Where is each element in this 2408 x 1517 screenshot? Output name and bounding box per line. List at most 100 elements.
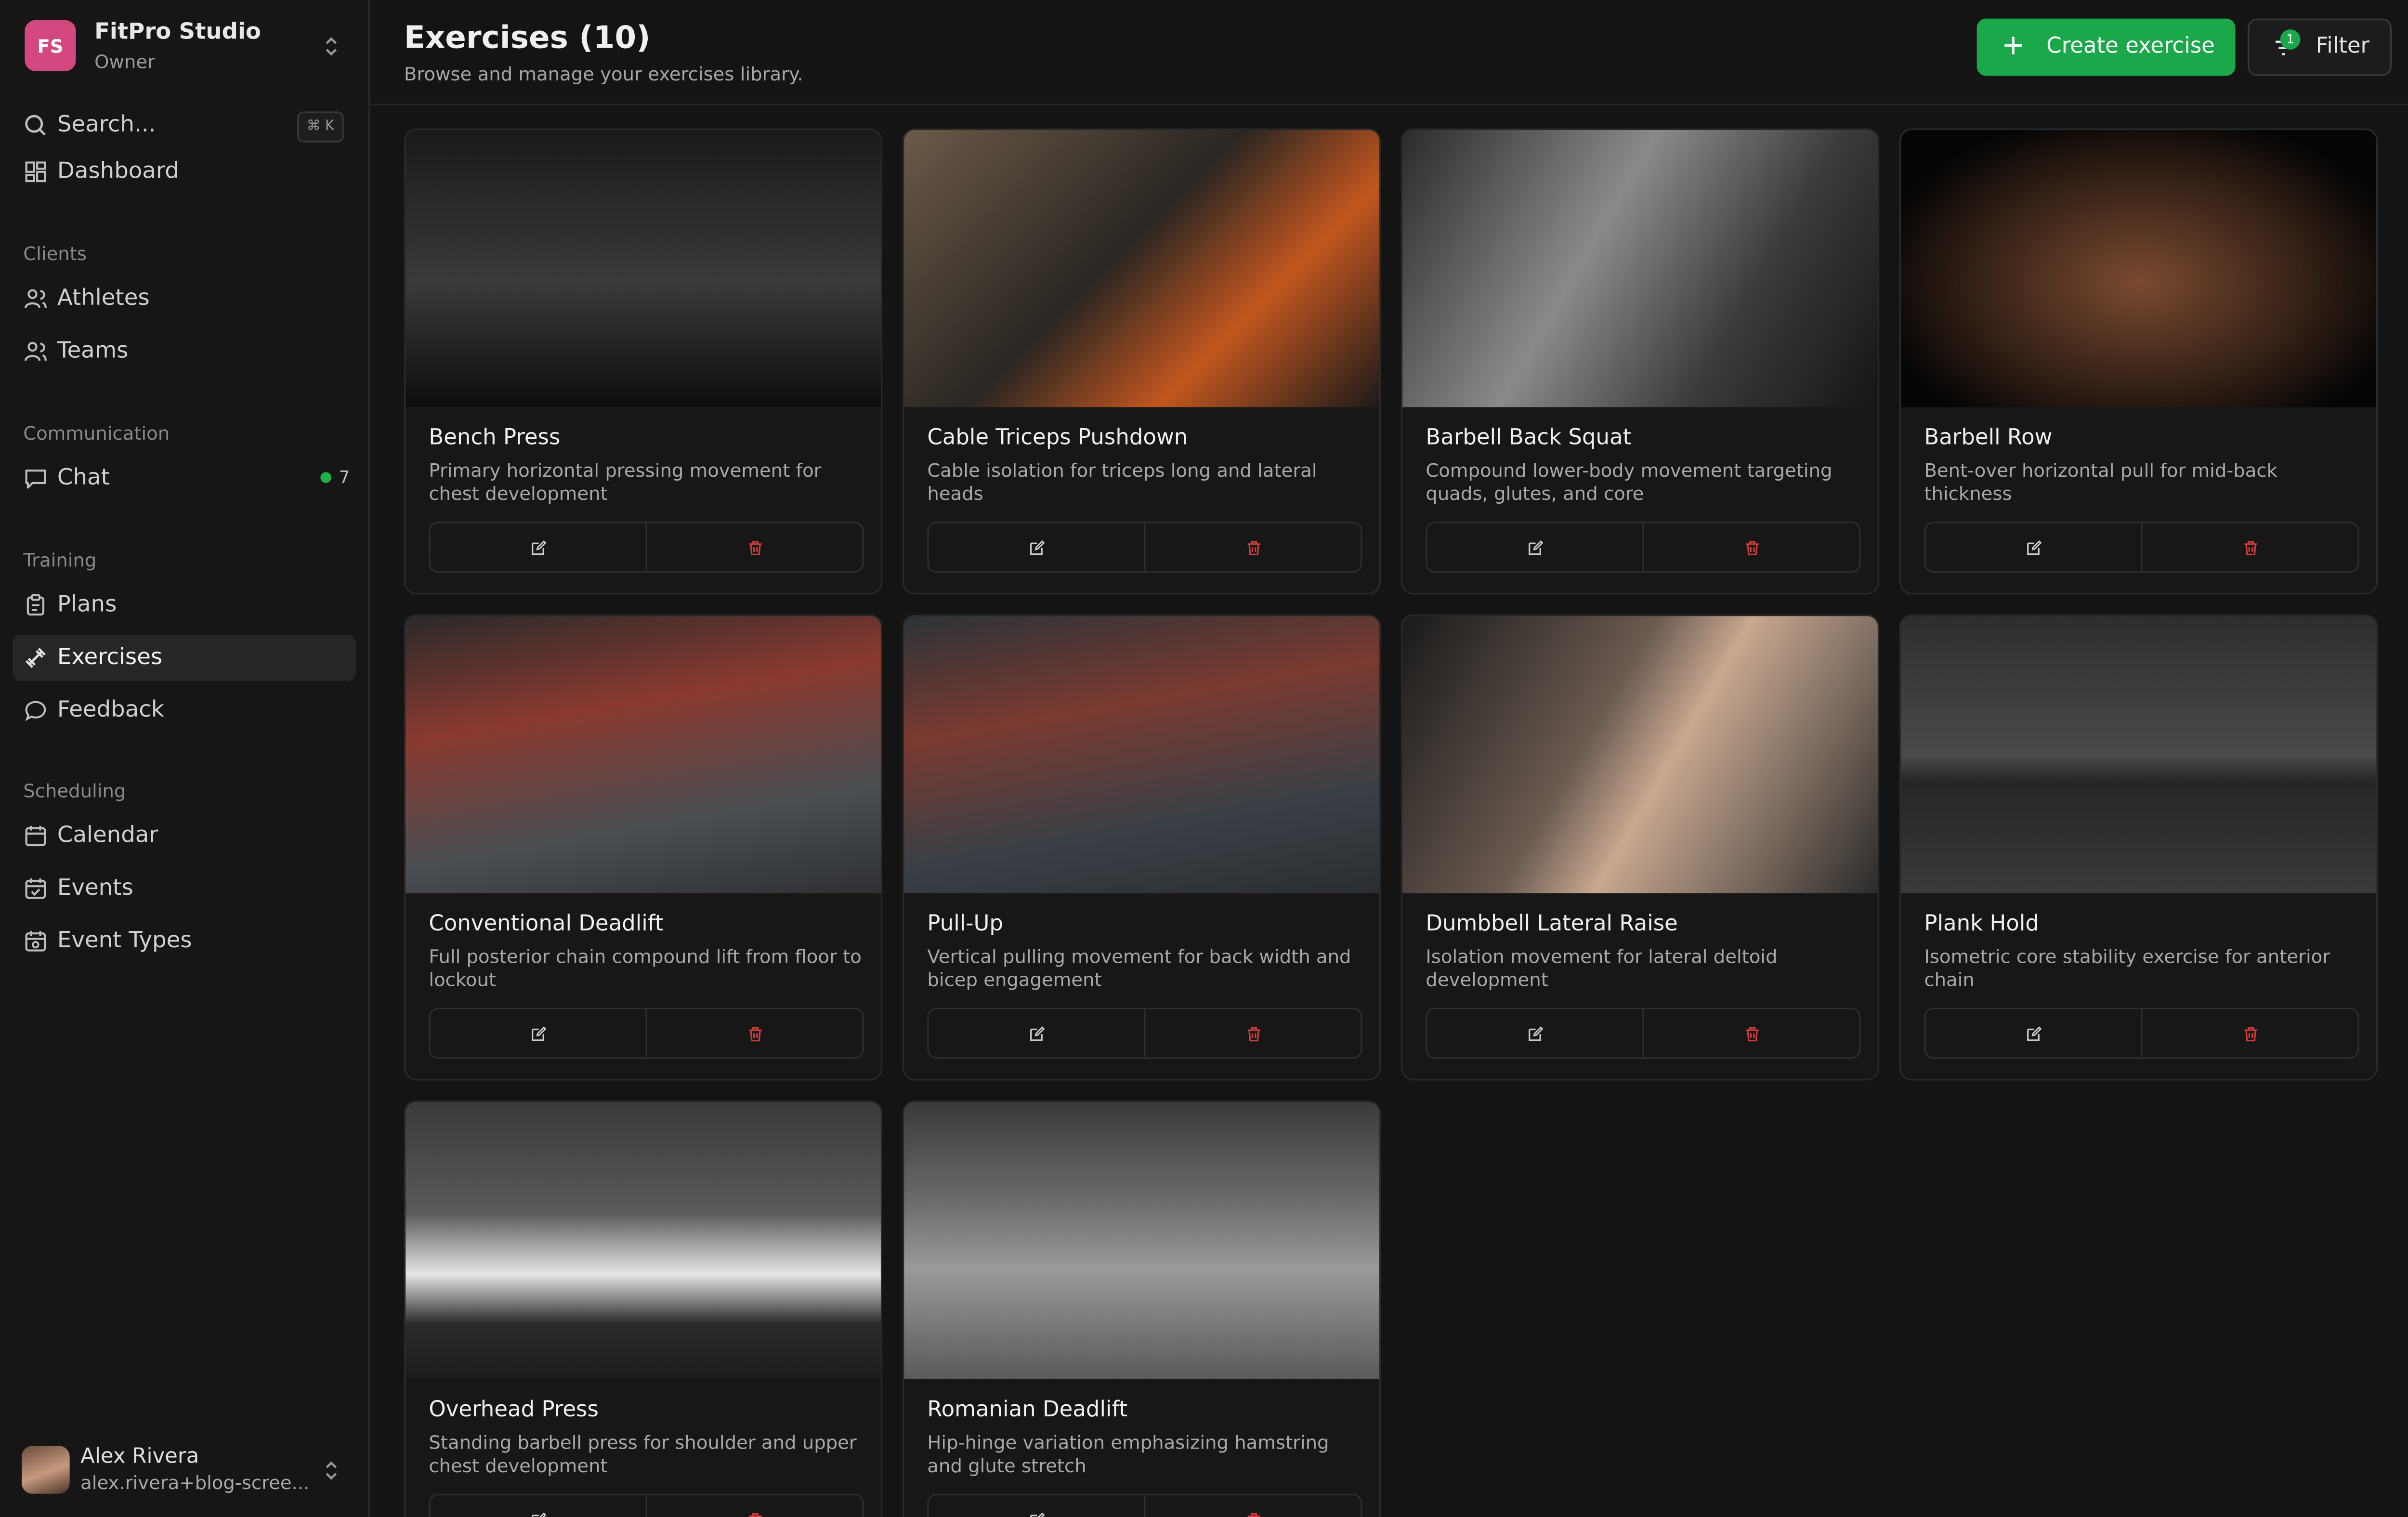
delete-button[interactable]	[645, 1009, 862, 1058]
exercise-image	[904, 616, 1379, 893]
org-switcher[interactable]: FS FitPro Studio Owner	[25, 19, 350, 75]
exercise-description: Isolation movement for lateral deltoid d…	[1426, 945, 1778, 991]
section-communication: Communication	[23, 422, 170, 445]
page-title: Exercises (10)	[404, 18, 651, 56]
sidebar-item-plans[interactable]: Plans	[13, 582, 356, 628]
exercise-description: Standing barbell press for shoulder and …	[429, 1432, 857, 1477]
exercise-card[interactable]: Cable Triceps Pushdown Cable isolation fo…	[902, 128, 1381, 595]
edit-button[interactable]	[1427, 523, 1643, 571]
delete-button[interactable]	[645, 523, 862, 572]
sidebar-item-label: Event Types	[57, 929, 192, 954]
delete-button[interactable]	[2141, 523, 2357, 572]
exercise-image	[406, 616, 881, 893]
trash-icon	[1745, 540, 1758, 555]
user-name: Alex Rivera	[80, 1444, 199, 1469]
edit-icon	[531, 1025, 546, 1041]
exercise-actions	[927, 1007, 1362, 1059]
calendar-check-icon	[25, 878, 46, 899]
sidebar-item-exercises[interactable]: Exercises	[12, 634, 356, 681]
search-button[interactable]: Search... ⌘ K	[13, 102, 356, 148]
user-email: alex.rivera+blog-scree...	[80, 1472, 310, 1494]
exercise-image	[904, 1102, 1379, 1379]
sidebar-item-label: Athletes	[57, 286, 150, 312]
delete-button[interactable]	[1144, 1009, 1361, 1058]
sidebar-item-label: Feedback	[57, 698, 164, 723]
edit-button[interactable]	[1926, 523, 2141, 571]
exercise-card[interactable]: Barbell Row Bent-over horizontal pull for…	[1899, 128, 2378, 595]
dashboard-icon	[25, 161, 46, 183]
dumbbell-icon	[25, 648, 46, 668]
sidebar-item-chat[interactable]: Chat 7	[13, 455, 356, 501]
exercise-card[interactable]: Pull-Up Vertical pulling movement for bac…	[902, 615, 1381, 1081]
trash-icon	[2244, 540, 2256, 555]
exercise-title: Barbell Row	[1924, 425, 2053, 451]
exercise-image	[1402, 130, 1878, 407]
online-dot	[320, 472, 331, 483]
exercise-card[interactable]: Bench Press Primary horizontal pressing m…	[404, 128, 883, 595]
exercise-title: Pull-Up	[927, 912, 1004, 937]
exercise-description: Primary horizontal pressing movement for…	[429, 459, 822, 505]
filter-label: Filter	[2316, 34, 2370, 59]
edit-button[interactable]	[1926, 1009, 2141, 1058]
edit-button[interactable]	[1427, 1009, 1643, 1058]
page-subtitle: Browse and manage your exercises library…	[404, 63, 803, 85]
exercise-card[interactable]: Romanian Deadlift Hip-hinge variation emp…	[902, 1100, 1381, 1517]
exercise-actions	[927, 522, 1362, 573]
trash-icon	[748, 1512, 761, 1517]
sidebar-item-dashboard[interactable]: Dashboard	[13, 149, 356, 195]
trash-icon	[748, 1026, 761, 1041]
sidebar-item-label: Dashboard	[57, 159, 179, 184]
exercise-actions	[429, 522, 864, 573]
exercise-description: Vertical pulling movement for back width…	[927, 945, 1351, 991]
sidebar-item-calendar[interactable]: Calendar	[13, 813, 356, 859]
user-menu[interactable]: Alex Rivera alex.rivera+blog-scree...	[22, 1439, 353, 1502]
delete-button[interactable]	[1144, 1495, 1361, 1517]
exercise-description: Full posterior chain compound lift from …	[429, 945, 862, 991]
delete-button[interactable]	[1144, 523, 1361, 572]
search-label: Search...	[57, 113, 156, 138]
chevron-up-down-icon	[326, 1461, 337, 1480]
sidebar-item-label: Chat	[57, 466, 110, 491]
delete-button[interactable]	[1642, 1009, 1859, 1058]
sidebar-item-athletes[interactable]: Athletes	[13, 275, 356, 322]
edit-icon	[1528, 539, 1543, 554]
exercise-image	[1901, 130, 2376, 407]
sidebar-item-teams[interactable]: Teams	[13, 328, 356, 374]
edit-button[interactable]	[431, 1009, 646, 1058]
clipboard-icon	[26, 594, 45, 616]
edit-button[interactable]	[929, 523, 1144, 571]
exercise-actions	[429, 1007, 864, 1059]
sidebar: FS FitPro Studio Owner Search... ⌘ K Das…	[0, 0, 370, 1517]
org-name: FitPro Studio	[94, 20, 261, 45]
filter-button[interactable]: 1 Filter	[2248, 18, 2392, 76]
exercise-card[interactable]: Dumbbell Lateral Raise Isolation movement…	[1400, 615, 1880, 1081]
exercise-description: Compound lower-body movement targeting q…	[1426, 459, 1832, 505]
edit-button[interactable]	[929, 1495, 1144, 1517]
exercise-actions	[1924, 522, 2359, 573]
exercise-card[interactable]: Conventional Deadlift Full posterior chai…	[404, 615, 883, 1081]
delete-button[interactable]	[645, 1495, 862, 1517]
delete-button[interactable]	[2141, 1009, 2357, 1058]
exercise-card[interactable]: Plank Hold Isometric core stability exerc…	[1899, 615, 2378, 1081]
exercise-description: Hip-hinge variation emphasizing hamstrin…	[927, 1432, 1329, 1477]
sidebar-item-event-types[interactable]: Event Types	[13, 918, 356, 964]
delete-button[interactable]	[1642, 523, 1859, 572]
edit-button[interactable]	[929, 1009, 1144, 1058]
edit-button[interactable]	[431, 523, 646, 571]
exercise-image	[1901, 616, 2376, 893]
section-scheduling: Scheduling	[23, 780, 126, 802]
sidebar-item-label: Plans	[57, 593, 117, 618]
sidebar-item-label: Exercises	[57, 645, 163, 670]
create-exercise-button[interactable]: + Create exercise	[1976, 18, 2236, 76]
page-header: Exercises (10) Browse and manage your ex…	[370, 0, 2408, 105]
edit-icon	[2026, 1025, 2041, 1041]
exercise-card[interactable]: Barbell Back Squat Compound lower-body mo…	[1400, 128, 1880, 595]
sidebar-item-feedback[interactable]: Feedback	[13, 687, 356, 733]
edit-button[interactable]	[431, 1495, 646, 1517]
search-shortcut: ⌘ K	[297, 111, 344, 143]
exercise-image	[1402, 616, 1878, 893]
edit-icon	[531, 539, 546, 554]
sidebar-item-events[interactable]: Events	[13, 865, 356, 912]
exercise-title: Conventional Deadlift	[429, 912, 664, 937]
exercise-card[interactable]: Overhead Press Standing barbell press for…	[404, 1100, 883, 1517]
